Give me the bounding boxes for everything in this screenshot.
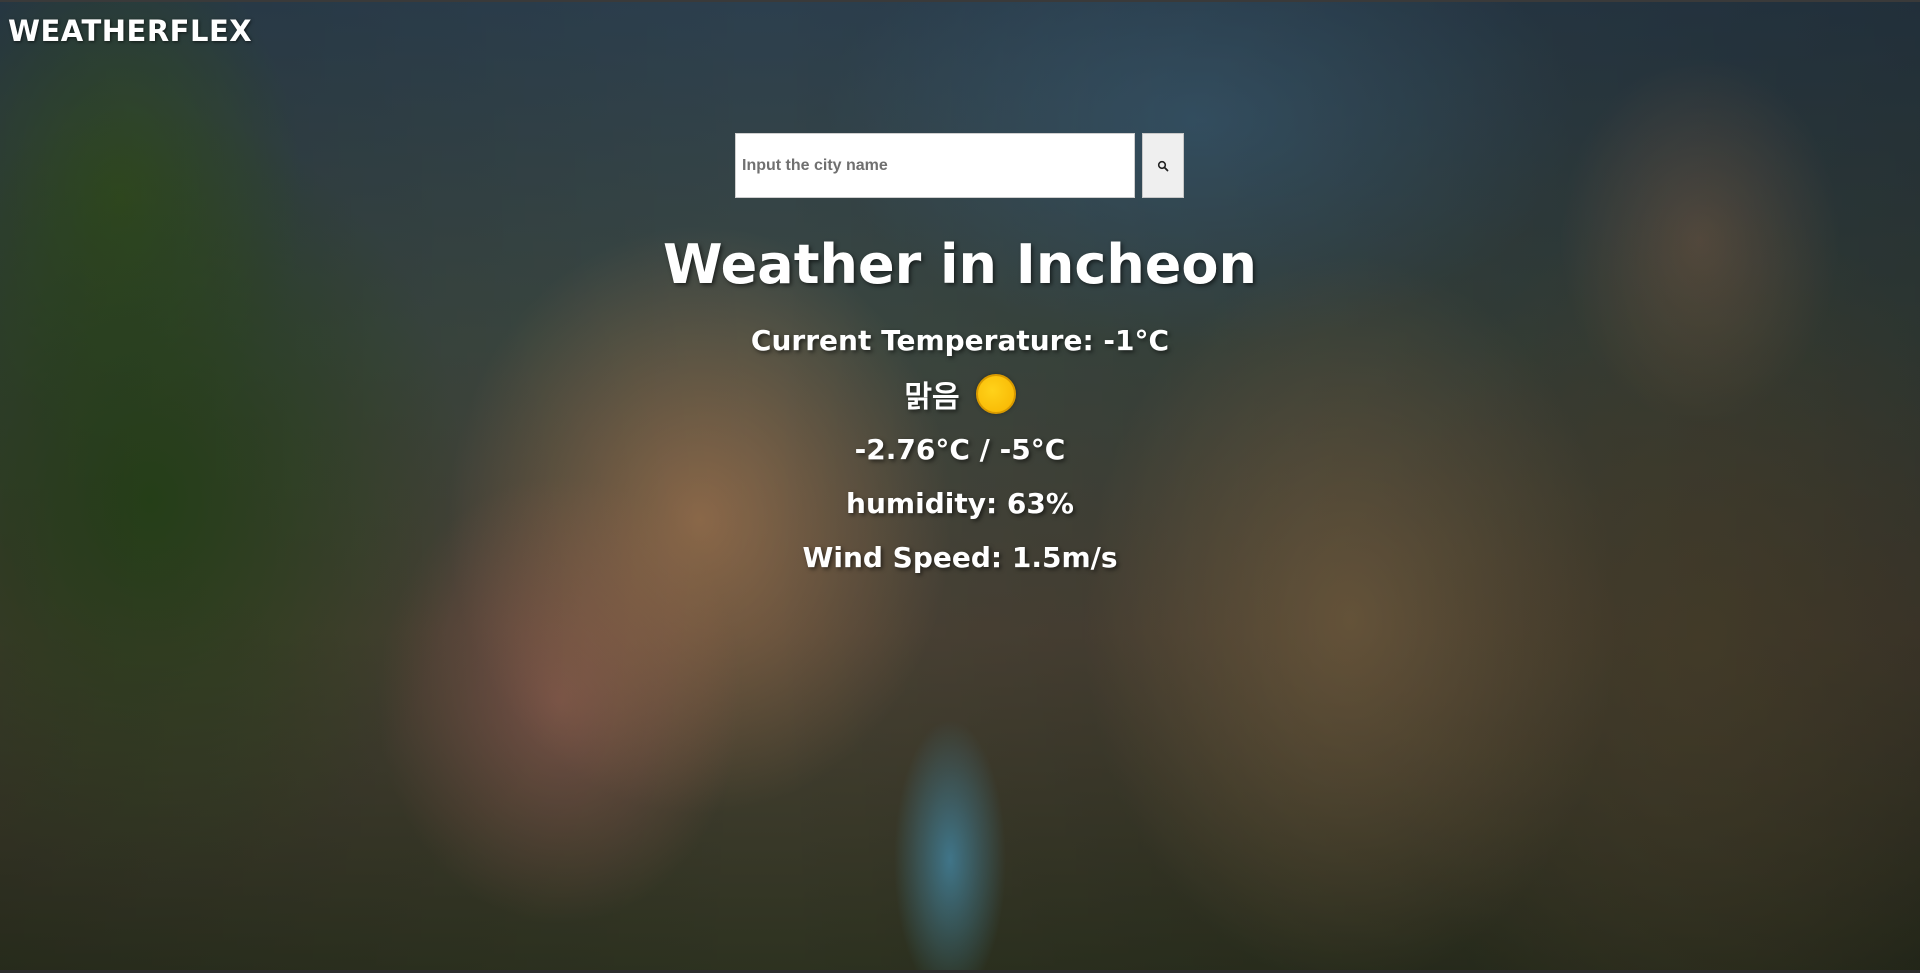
weather-title: Weather in Incheon xyxy=(663,233,1257,296)
search-bar xyxy=(735,133,1184,198)
top-border xyxy=(0,0,1920,2)
wind-speed: Wind Speed: 1.5m/s xyxy=(802,541,1118,574)
search-button[interactable] xyxy=(1142,133,1184,198)
brand-logo[interactable]: WEATHERFLEX xyxy=(8,14,252,48)
humidity: humidity: 63% xyxy=(846,487,1074,520)
condition-text: 맑음 xyxy=(904,380,960,415)
weather-panel: Weather in Incheon Current Temperature: … xyxy=(0,225,1920,581)
sun-icon xyxy=(975,374,1016,414)
current-temperature: Current Temperature: -1°C xyxy=(750,324,1170,357)
weather-condition: 맑음 xyxy=(0,371,1920,417)
search-icon xyxy=(1157,160,1169,171)
temperature-range: -2.76°C / -5°C xyxy=(854,433,1066,466)
city-search-input[interactable] xyxy=(735,133,1135,198)
